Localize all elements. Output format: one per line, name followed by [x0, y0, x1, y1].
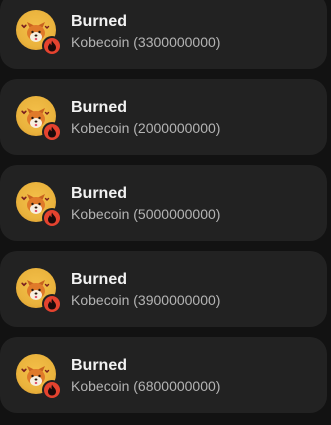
burn-badge — [42, 122, 62, 142]
transaction-item[interactable]: Burned Kobecoin (3300000000) — [0, 0, 327, 69]
token-avatar — [16, 10, 62, 56]
transaction-details: Kobecoin (6800000000) — [71, 378, 221, 394]
transaction-list: Burned Kobecoin (3300000000) Burned Kobe… — [0, 0, 331, 425]
transaction-item[interactable]: Burned Kobecoin (5000000000) — [0, 165, 327, 241]
burn-badge — [42, 380, 62, 400]
token-avatar — [16, 96, 62, 142]
transaction-title: Burned — [71, 357, 127, 374]
transaction-details: Kobecoin (5000000000) — [71, 206, 221, 222]
fire-icon — [44, 296, 60, 312]
burn-badge — [42, 208, 62, 228]
burn-badge — [42, 36, 62, 56]
fire-icon — [44, 38, 60, 54]
token-avatar — [16, 354, 62, 400]
transaction-title: Burned — [71, 271, 127, 288]
transaction-title: Burned — [71, 185, 127, 202]
transaction-title: Burned — [71, 13, 127, 30]
fire-icon — [44, 210, 60, 226]
transaction-details: Kobecoin (3300000000) — [71, 34, 221, 50]
transaction-item[interactable]: Burned Kobecoin (6800000000) — [0, 337, 327, 413]
transaction-item[interactable]: Burned Kobecoin (2000000000) — [0, 79, 327, 155]
transaction-item[interactable]: Burned Kobecoin (3900000000) — [0, 251, 327, 327]
burn-badge — [42, 294, 62, 314]
transaction-details: Kobecoin (3900000000) — [71, 292, 221, 308]
transaction-details: Kobecoin (2000000000) — [71, 120, 221, 136]
fire-icon — [44, 382, 60, 398]
fire-icon — [44, 124, 60, 140]
transaction-title: Burned — [71, 99, 127, 116]
token-avatar — [16, 268, 62, 314]
token-avatar — [16, 182, 62, 228]
